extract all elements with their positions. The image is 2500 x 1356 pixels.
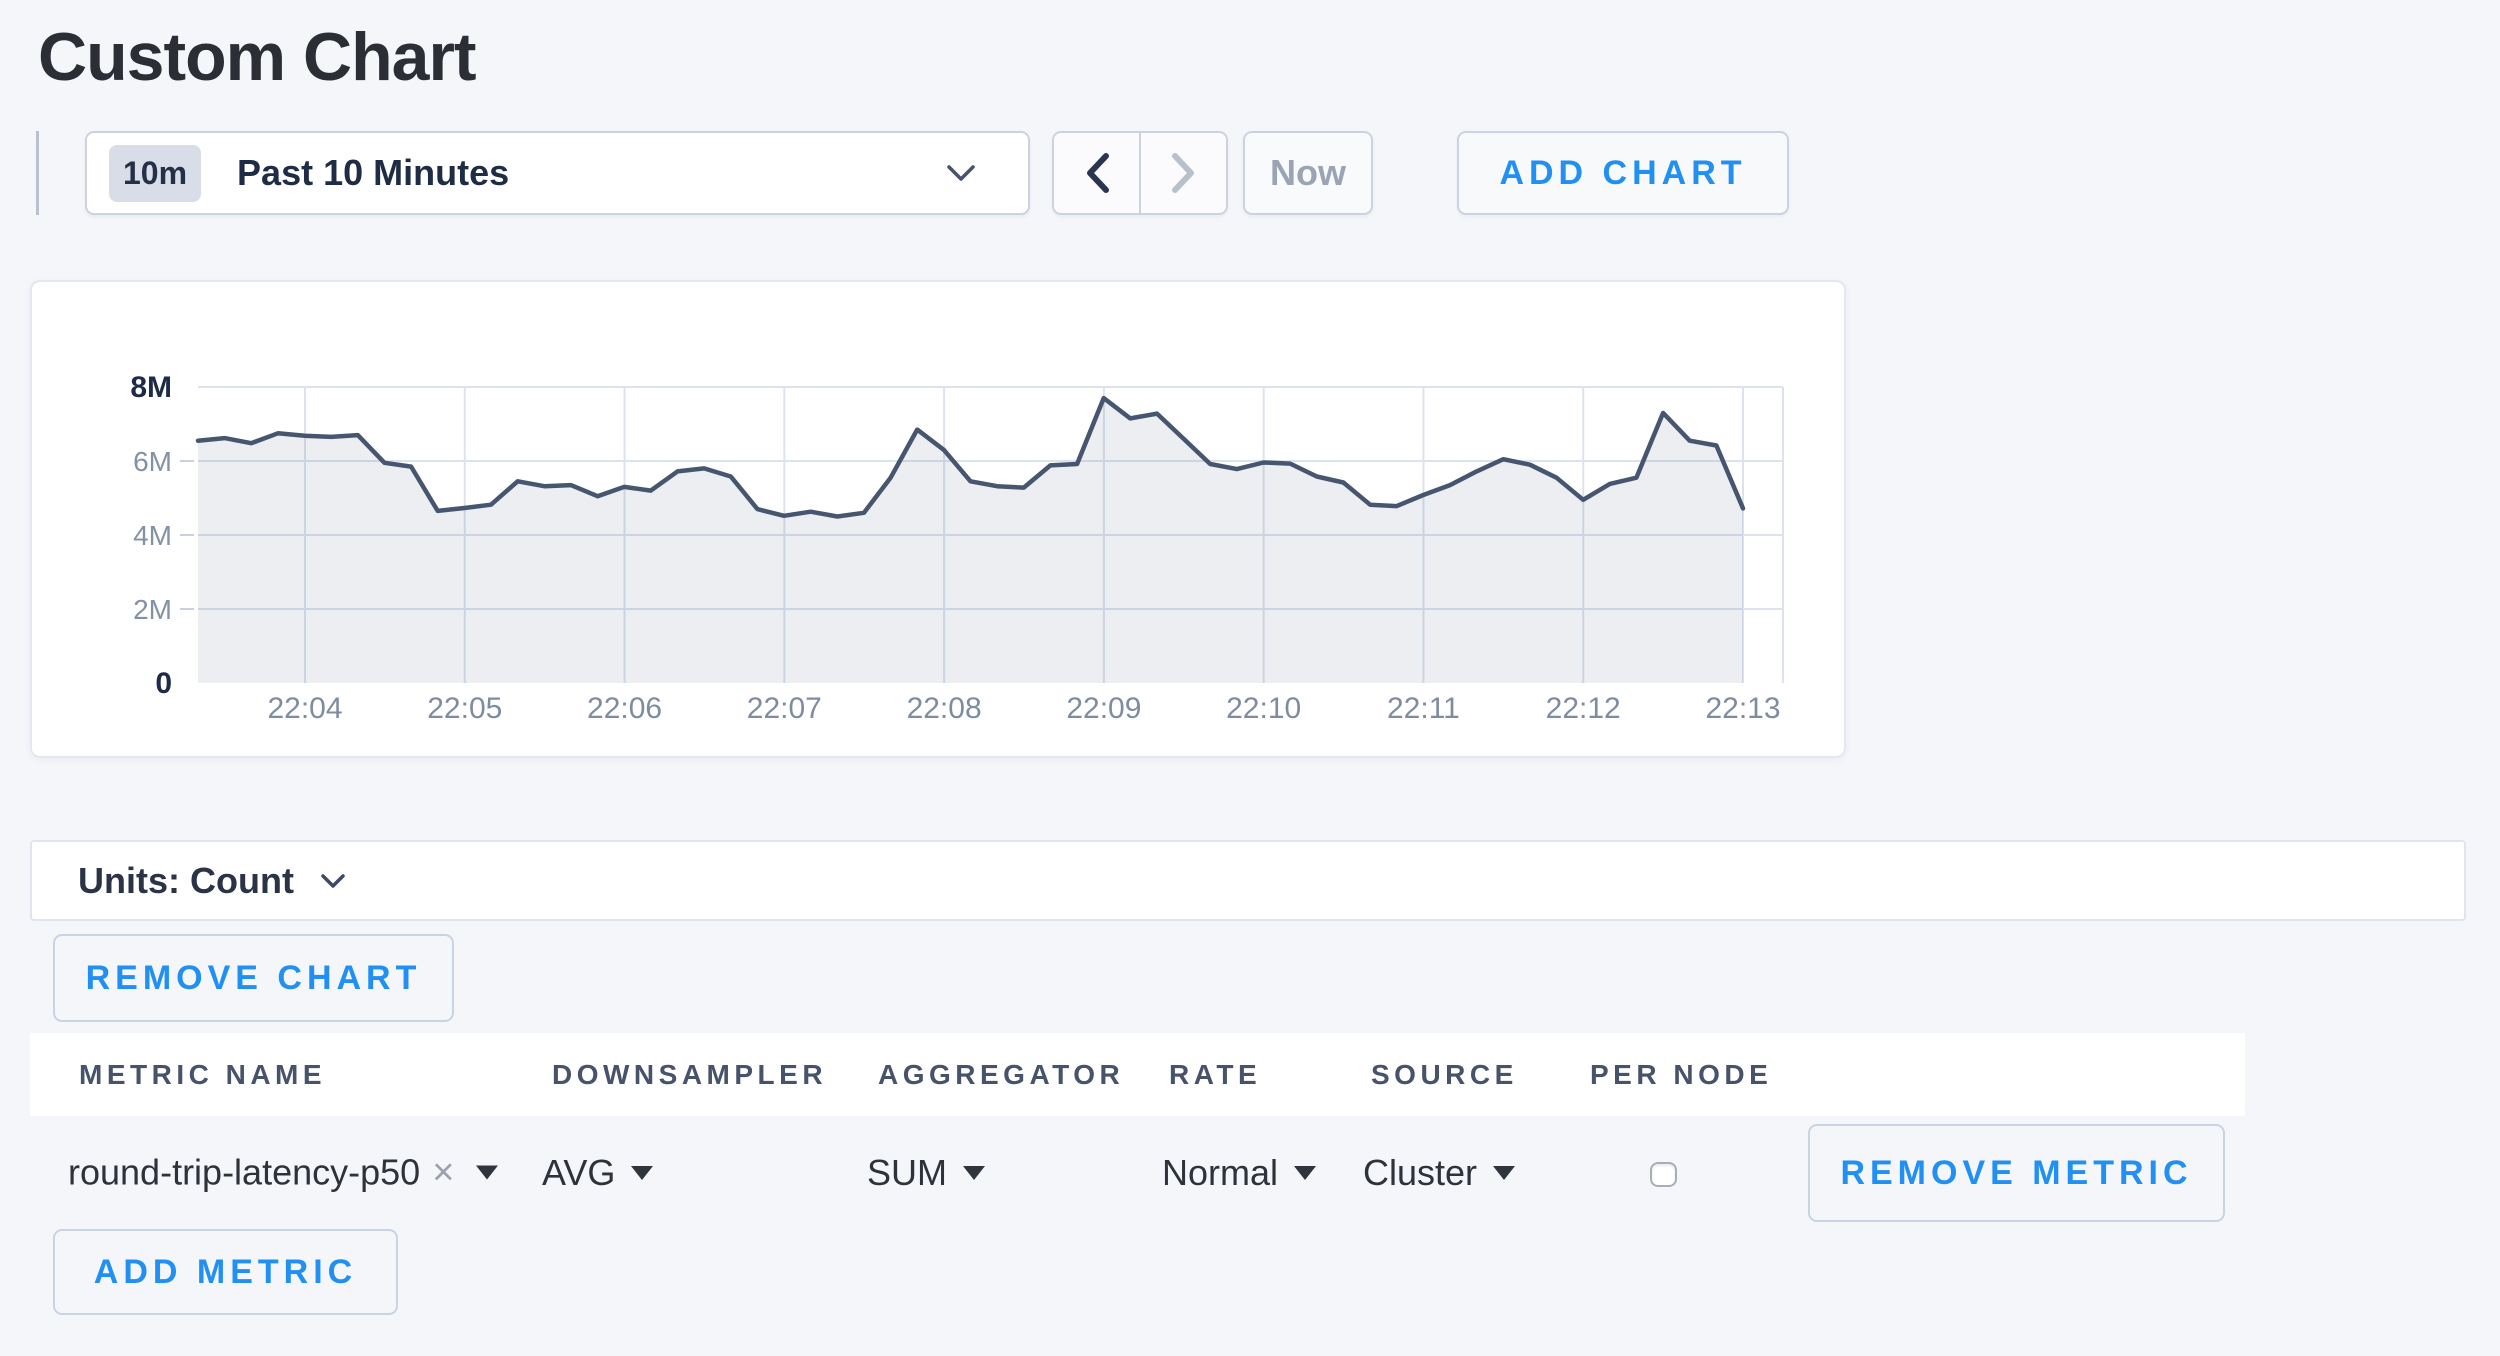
per-node-checkbox[interactable] bbox=[1650, 1162, 1677, 1187]
svg-text:22:11: 22:11 bbox=[1387, 692, 1460, 725]
svg-text:22:08: 22:08 bbox=[907, 692, 982, 725]
svg-text:22:09: 22:09 bbox=[1066, 692, 1141, 725]
aggregator-dropdown[interactable]: SUM bbox=[867, 1152, 985, 1194]
svg-text:0: 0 bbox=[155, 667, 172, 700]
svg-text:2M: 2M bbox=[133, 594, 172, 625]
units-dropdown[interactable]: Units: Count bbox=[30, 840, 2466, 921]
remove-chart-button[interactable]: REMOVE CHART bbox=[53, 934, 454, 1022]
col-aggregator: AGGREGATOR bbox=[878, 1059, 1124, 1091]
units-label: Units: Count bbox=[78, 860, 294, 902]
chevron-down-icon bbox=[946, 164, 976, 182]
svg-text:22:13: 22:13 bbox=[1705, 692, 1780, 725]
source-dropdown[interactable]: Cluster bbox=[1363, 1152, 1515, 1194]
caret-down-icon bbox=[476, 1166, 498, 1180]
col-metric-name: METRIC NAME bbox=[79, 1059, 326, 1091]
svg-text:22:04: 22:04 bbox=[267, 692, 342, 725]
rate-value: Normal bbox=[1162, 1152, 1278, 1194]
time-range-select[interactable]: 10m Past 10 Minutes bbox=[85, 131, 1030, 215]
aggregator-value: SUM bbox=[867, 1152, 947, 1194]
metric-name-value: round-trip-latency-p50 bbox=[68, 1152, 420, 1194]
time-range-label: Past 10 Minutes bbox=[237, 152, 509, 194]
chevron-left-icon bbox=[1084, 152, 1110, 194]
chevron-right-icon bbox=[1171, 152, 1197, 194]
toolbar-divider bbox=[36, 131, 39, 215]
caret-down-icon bbox=[631, 1166, 653, 1180]
svg-text:22:07: 22:07 bbox=[747, 692, 822, 725]
col-downsampler: DOWNSAMPLER bbox=[552, 1059, 827, 1091]
downsampler-dropdown[interactable]: AVG bbox=[542, 1152, 653, 1194]
downsampler-value: AVG bbox=[542, 1152, 615, 1194]
svg-text:22:12: 22:12 bbox=[1546, 692, 1621, 725]
page-title: Custom Chart bbox=[38, 18, 476, 96]
caret-down-icon bbox=[1294, 1166, 1316, 1180]
metric-table-row: round-trip-latency-p50 × AVG SUM Normal … bbox=[30, 1116, 2245, 1229]
rate-dropdown[interactable]: Normal bbox=[1162, 1152, 1316, 1194]
add-chart-button[interactable]: ADD CHART bbox=[1457, 131, 1789, 215]
svg-text:22:05: 22:05 bbox=[427, 692, 502, 725]
svg-text:6M: 6M bbox=[133, 446, 172, 477]
svg-text:22:06: 22:06 bbox=[587, 692, 662, 725]
svg-text:22:10: 22:10 bbox=[1226, 692, 1301, 725]
col-source: SOURCE bbox=[1371, 1059, 1518, 1091]
caret-down-icon bbox=[1493, 1166, 1515, 1180]
add-metric-button[interactable]: ADD METRIC bbox=[53, 1229, 398, 1315]
prev-time-button[interactable] bbox=[1054, 133, 1139, 213]
source-value: Cluster bbox=[1363, 1152, 1477, 1194]
metric-name-dropdown[interactable]: round-trip-latency-p50 × bbox=[68, 1151, 498, 1194]
chart-card: 0 2M 4M 6M 8M 22:04 22:05 22:06 22:07 22:08 22:09 2… bbox=[30, 280, 1846, 758]
svg-text:8M: 8M bbox=[130, 371, 172, 404]
chevron-down-icon bbox=[320, 873, 346, 889]
timeseries-area-chart[interactable]: 0 2M 4M 6M 8M 22:04 22:05 22:06 22:07 22:08 22:09 2… bbox=[32, 282, 1844, 756]
col-per-node: PER NODE bbox=[1590, 1059, 1772, 1091]
time-step-button-group bbox=[1052, 131, 1228, 215]
close-icon[interactable]: × bbox=[432, 1151, 454, 1194]
metrics-table-header: METRIC NAME DOWNSAMPLER AGGREGATOR RATE … bbox=[30, 1033, 2245, 1116]
svg-text:4M: 4M bbox=[133, 520, 172, 551]
col-rate: RATE bbox=[1169, 1059, 1261, 1091]
now-button[interactable]: Now bbox=[1243, 131, 1373, 215]
next-time-button[interactable] bbox=[1139, 133, 1226, 213]
time-range-badge: 10m bbox=[109, 145, 201, 202]
remove-metric-button[interactable]: REMOVE METRIC bbox=[1808, 1124, 2225, 1222]
caret-down-icon bbox=[963, 1166, 985, 1180]
custom-chart-page: Custom Chart 10m Past 10 Minutes Now ADD… bbox=[0, 0, 2500, 1356]
